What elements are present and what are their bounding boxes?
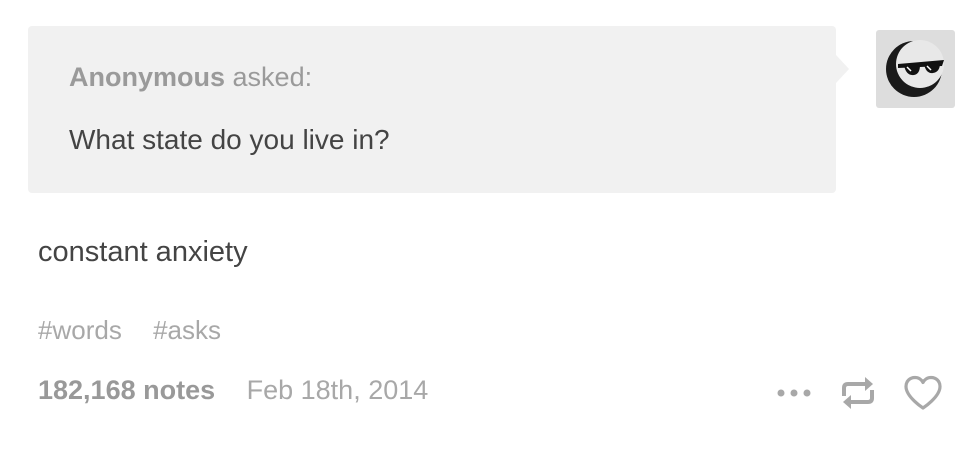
post-footer-meta: 182,168 notes Feb 18th, 2014: [38, 375, 428, 406]
more-icon[interactable]: [774, 378, 814, 408]
question-text: What state do you live in?: [69, 124, 390, 155]
tag-link[interactable]: #words: [38, 315, 122, 345]
post-date[interactable]: Feb 18th, 2014: [247, 375, 429, 405]
tag-link[interactable]: #asks: [153, 315, 221, 345]
heart-icon[interactable]: [902, 374, 944, 412]
post-container: Anonymous asked: What state do you live …: [0, 0, 980, 455]
avatar[interactable]: [876, 30, 955, 108]
tag-list: #words #asks: [38, 315, 245, 346]
asker-name: Anonymous: [69, 62, 226, 92]
notes-count[interactable]: 182,168 notes: [38, 375, 215, 405]
asked-label: asked:: [232, 62, 313, 92]
reblog-icon[interactable]: [838, 374, 878, 412]
answer-text: constant anxiety: [38, 236, 248, 268]
sunglasses-face-icon: [886, 40, 944, 97]
asker-line: Anonymous asked:: [69, 62, 312, 93]
ask-bubble: Anonymous asked: What state do you live …: [28, 26, 849, 193]
